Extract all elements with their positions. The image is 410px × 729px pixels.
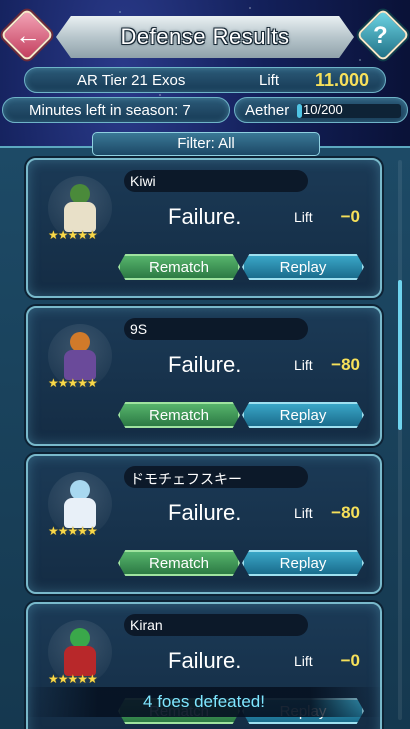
rarity-stars: ★★★★★	[48, 228, 98, 242]
opponent-name: ドモチェフスキー	[130, 471, 242, 487]
lift-delta: −0	[340, 207, 360, 226]
lift-label: Lift	[294, 209, 313, 225]
replay-button[interactable]: Replay	[242, 550, 364, 576]
opponent-name: Kiran	[130, 617, 163, 633]
rarity-stars: ★★★★★	[48, 672, 98, 686]
lift-label: Lift	[294, 505, 313, 521]
lift-label: Lift	[259, 72, 280, 89]
name-plate: 9S	[124, 318, 308, 340]
hero-head	[70, 184, 90, 204]
name-plate: Kiwi	[124, 170, 308, 192]
rarity-stars: ★★★★★	[48, 376, 98, 390]
rematch-button[interactable]: Rematch	[118, 550, 240, 576]
lift-delta: −80	[331, 503, 360, 522]
help-button[interactable]: ?	[356, 8, 410, 62]
aether-label: Aether	[245, 102, 290, 119]
result-card: ★★★★★ ドモチェフスキー Failure. Lift −80 Rematch…	[26, 454, 382, 594]
opponent-name: 9S	[130, 321, 148, 337]
result-status: Failure.	[168, 352, 242, 377]
scrollbar[interactable]	[398, 160, 402, 720]
top-bar: ← Defense Results ?	[0, 0, 410, 66]
tier-bar: AR Tier 21 Exos Lift 11.000	[24, 67, 386, 93]
lift-delta: −0	[340, 651, 360, 670]
rematch-button[interactable]: Rematch	[118, 254, 240, 280]
replay-button[interactable]: Replay	[242, 402, 364, 428]
hero-head	[70, 628, 90, 648]
lift-label: Lift	[294, 357, 313, 373]
title-plate: Defense Results	[56, 16, 354, 58]
lift-delta: −80	[331, 355, 360, 374]
scrollbar-thumb[interactable]	[398, 280, 402, 430]
name-plate: Kiran	[124, 614, 308, 636]
lift-label: Lift	[294, 653, 313, 669]
aether-value: 10/200	[303, 102, 343, 117]
rematch-button[interactable]: Rematch	[118, 402, 240, 428]
aether-bar: Aether 10/200	[234, 97, 408, 123]
back-arrow-icon: ←	[15, 20, 41, 50]
back-button[interactable]: ←	[0, 8, 54, 62]
hero-head	[70, 332, 90, 352]
rarity-stars: ★★★★★	[48, 524, 98, 538]
tier-label: AR Tier 21 Exos	[77, 72, 186, 89]
replay-button[interactable]: Replay	[242, 254, 364, 280]
lift-value: 11.000	[314, 70, 369, 90]
filter-button[interactable]: Filter: All	[92, 132, 320, 156]
foes-defeated-banner: 4 foes defeated!	[26, 687, 382, 717]
result-card: ★★★★★ 9S Failure. Lift −80 Rematch Repla…	[26, 306, 382, 446]
result-status: Failure.	[168, 500, 242, 525]
hero-head	[70, 480, 90, 500]
name-plate: ドモチェフスキー	[124, 466, 308, 488]
result-card: ★★★★★ Kiwi Failure. Lift −0 Rematch Repl…	[26, 158, 382, 298]
opponent-name: Kiwi	[130, 173, 156, 189]
result-status: Failure.	[168, 648, 242, 673]
question-icon: ?	[373, 22, 388, 49]
result-status: Failure.	[168, 204, 242, 229]
page-title: Defense Results	[120, 24, 290, 49]
season-timer-bar: Minutes left in season: 7	[2, 97, 230, 123]
season-minutes-text: Minutes left in season: 7	[29, 102, 191, 119]
aether-fill	[297, 104, 303, 118]
